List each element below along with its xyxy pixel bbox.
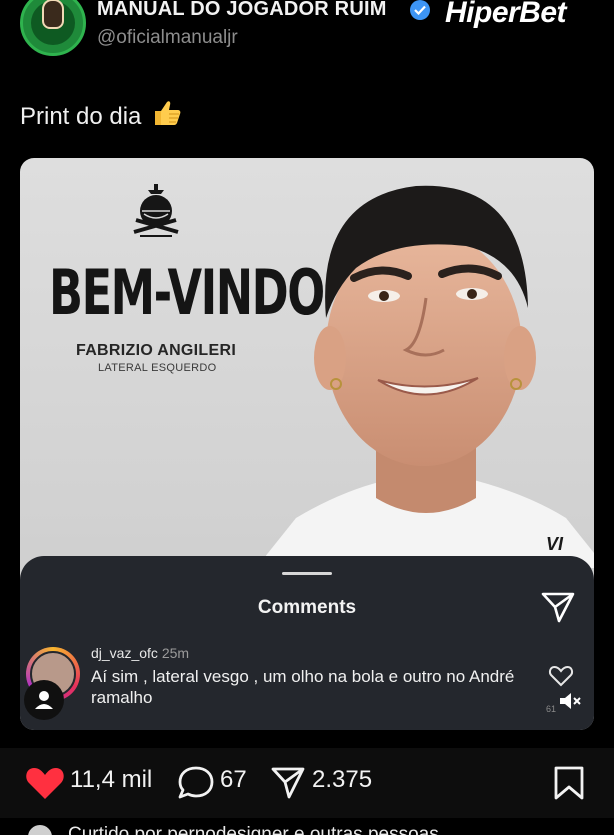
club-crest-icon — [133, 184, 179, 237]
post-header: MANUAL DO JOGADOR RUIM @oficialmanualjr … — [0, 0, 614, 70]
account-avatar[interactable] — [20, 0, 86, 56]
account-name[interactable]: MANUAL DO JOGADOR RUIM — [97, 0, 387, 21]
post-action-bar: 11,4 mil 67 2.375 — [0, 748, 614, 818]
comment-time: 25m — [161, 645, 190, 661]
avatar-face — [42, 0, 64, 29]
thumbs-up-icon — [152, 99, 182, 134]
send-icon[interactable] — [270, 765, 306, 801]
comments-title: Comments — [257, 597, 357, 618]
comment-count[interactable]: 67 — [220, 766, 247, 794]
comment-text: Aí sim , lateral vesgo , um olho na bola… — [91, 667, 515, 707]
comment-like-icon[interactable] — [548, 664, 574, 688]
player-photo: VI — [266, 185, 594, 568]
comment-icon[interactable] — [177, 765, 215, 801]
brand-logo: HiperBet — [445, 0, 567, 29]
like-heart-icon[interactable] — [24, 764, 66, 802]
shirt-sponsor-text: VI — [546, 534, 564, 554]
user-profile-icon[interactable] — [24, 680, 64, 720]
bookmark-icon[interactable] — [553, 765, 585, 801]
player-name: FABRIZIO ANGILERI — [76, 342, 237, 359]
liked-by-text[interactable]: Curtido por pernodesigner e outras pesso… — [68, 824, 439, 835]
comment-username[interactable]: dj_vaz_ofc — [91, 645, 158, 661]
comment-header: dj_vaz_ofc 25m — [91, 645, 189, 661]
comment-like-count: 61 — [546, 704, 557, 714]
liked-by-row: Curtido por pernodesigner e outras pesso… — [0, 818, 614, 835]
verified-badge-icon — [410, 0, 430, 20]
like-count[interactable]: 11,4 mil — [70, 766, 152, 794]
player-role: LATERAL ESQUERDO — [98, 362, 217, 374]
liked-by-avatar[interactable] — [26, 823, 54, 835]
account-handle[interactable]: @oficialmanualjr — [97, 27, 238, 49]
post-caption: Print do dia — [20, 96, 182, 131]
post-image[interactable]: BEM-VINDO FABRIZIO ANGILERI LATERAL ESQU… — [20, 158, 594, 730]
caption-text: Print do dia — [20, 103, 142, 130]
share-count[interactable]: 2.375 — [312, 766, 372, 794]
comments-sheet[interactable]: Comments dj_vaz_ofc 25m Aí sim , lateral… — [20, 556, 594, 730]
mute-icon[interactable] — [558, 690, 582, 712]
sheet-drag-handle[interactable] — [282, 572, 332, 575]
share-icon[interactable] — [540, 590, 576, 624]
